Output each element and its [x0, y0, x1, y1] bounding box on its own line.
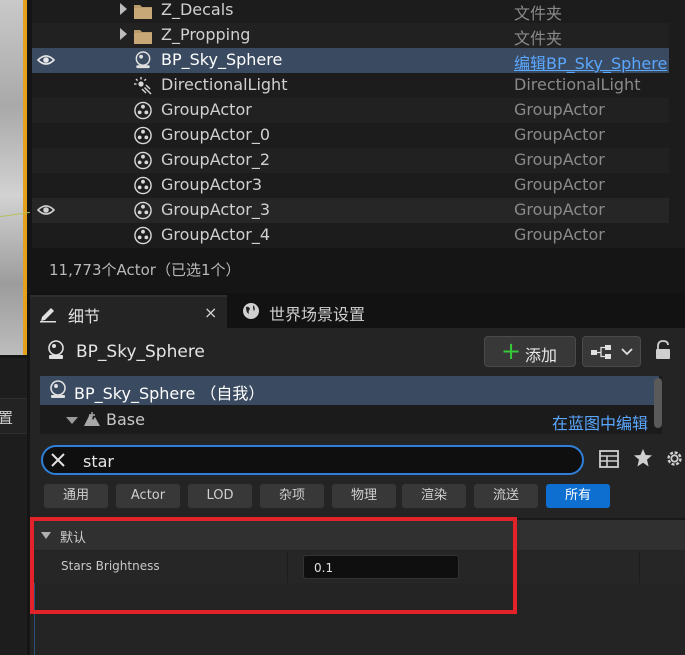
component-self-label: BP_Sky_Sphere （自我） [74, 384, 265, 403]
outliner-row-groupactor-2[interactable]: GroupActor_2 GroupActor [32, 148, 669, 173]
outliner-row-directional-light[interactable]: DirectionalLight DirectionalLight [32, 73, 669, 98]
directional-light-icon [134, 77, 152, 95]
outliner-item-type: GroupActor [514, 150, 605, 169]
outliner-item-name: GroupActor_3 [161, 200, 270, 219]
group-actor-icon [134, 176, 152, 195]
panel-tab-bar: 细节 × 世界场景设置 [27, 293, 685, 328]
details-search-input[interactable] [83, 450, 563, 472]
hierarchy-icon [591, 345, 611, 359]
filter-physics-button[interactable]: 物理 [332, 484, 396, 508]
outliner-item-name: DirectionalLight [161, 75, 288, 94]
folder-icon [134, 30, 152, 44]
outliner-item-type: GroupActor [514, 125, 605, 144]
collapse-arrow-icon[interactable] [66, 417, 78, 424]
filter-general-button[interactable]: 通用 [44, 484, 108, 508]
outliner-item-name: BP_Sky_Sphere [161, 50, 283, 69]
blueprint-hierarchy-dropdown[interactable] [582, 336, 641, 367]
gear-icon[interactable] [664, 448, 685, 469]
outliner-row-z-decals[interactable]: Z_Decals 文件夹 [32, 0, 669, 23]
outliner-item-type: GroupActor [514, 100, 605, 119]
clear-search-icon[interactable] [49, 451, 67, 469]
filter-all-button[interactable]: 所有 [546, 484, 610, 508]
outliner-row-groupactor[interactable]: GroupActor GroupActor [32, 98, 669, 123]
sky-sphere-icon [135, 51, 151, 69]
outliner-item-type: 文件夹 [514, 29, 563, 48]
component-self-row[interactable]: BP_Sky_Sphere （自我） [40, 376, 659, 405]
add-component-label: 添加 [525, 346, 558, 365]
favorite-star-icon[interactable] [633, 448, 653, 468]
component-base-label: Base [106, 410, 145, 429]
filter-rendering-button[interactable]: 渲染 [402, 484, 466, 508]
chevron-down-icon [621, 348, 633, 356]
actor-count-status: 11,773个Actor（已选1个） [49, 261, 241, 279]
outliner-item-type: DirectionalLight [514, 75, 641, 94]
outliner-scrollbar[interactable] [669, 0, 685, 248]
outliner-item-type: GroupActor [514, 200, 605, 219]
edit-blueprint-link[interactable]: 编辑BP_Sky_Sphere [514, 50, 667, 74]
outliner-item-type: 文件夹 [514, 4, 563, 23]
lock-icon[interactable] [654, 340, 672, 360]
tab-world-settings[interactable]: 世界场景设置 [239, 295, 459, 328]
add-component-button[interactable]: + 添加 [484, 336, 576, 367]
group-actor-icon [134, 201, 152, 220]
left-panel-tab[interactable]: 置 [0, 398, 27, 434]
folder-icon [134, 5, 152, 19]
visibility-eye-icon[interactable] [37, 53, 55, 67]
filter-lod-button[interactable]: LOD [188, 484, 252, 508]
pencil-icon [40, 308, 56, 323]
details-search-box[interactable] [41, 445, 584, 475]
scene-component-icon [84, 412, 100, 426]
group-actor-icon [134, 101, 152, 120]
tab-world-settings-label: 世界场景设置 [269, 305, 366, 324]
tab-details-label: 细节 [68, 307, 101, 326]
outliner-row-z-propping[interactable]: Z_Propping 文件夹 [32, 23, 669, 48]
visibility-eye-icon[interactable] [37, 203, 55, 217]
expand-arrow-icon[interactable] [120, 3, 127, 15]
outliner-row-groupactor-4[interactable]: GroupActor_4 GroupActor [32, 223, 669, 248]
column-divider [639, 551, 640, 583]
annotation-highlight-box [30, 517, 517, 614]
outliner-row-groupactor-0[interactable]: GroupActor_0 GroupActor [32, 123, 669, 148]
group-actor-icon [134, 151, 152, 170]
expand-arrow-icon[interactable] [120, 28, 127, 40]
globe-icon [243, 303, 259, 319]
close-tab-icon[interactable]: × [204, 303, 217, 322]
outliner-item-name: GroupActor_2 [161, 150, 270, 169]
sky-sphere-icon [50, 380, 66, 398]
outliner-row-groupactor-3[interactable]: GroupActor_3 GroupActor [32, 198, 669, 223]
filter-actor-button[interactable]: Actor [116, 484, 180, 508]
tab-details[interactable]: 细节 × [30, 295, 227, 328]
selected-object-name: BP_Sky_Sphere [76, 342, 205, 362]
component-tree: BP_Sky_Sphere （自我） Base 在蓝图中编辑 [40, 376, 662, 434]
component-tree-scrollbar[interactable] [654, 378, 662, 428]
world-outliner: Z_Decals 文件夹 Z_Propping 文件夹 BP_Sky_Spher… [32, 0, 685, 248]
component-base-row[interactable]: Base 在蓝图中编辑 [40, 406, 659, 434]
edit-in-blueprint-link[interactable]: 在蓝图中编辑 [552, 410, 648, 434]
outliner-item-name: Z_Propping [161, 25, 251, 44]
plus-icon: + [501, 337, 522, 365]
outliner-item-type: GroupActor [514, 175, 605, 194]
outliner-item-name: Z_Decals [161, 0, 234, 19]
outliner-item-name: GroupActor_0 [161, 125, 270, 144]
outliner-item-name: GroupActor3 [161, 175, 262, 194]
group-actor-icon [134, 226, 152, 245]
outliner-row-groupactor3[interactable]: GroupActor3 GroupActor [32, 173, 669, 198]
table-view-icon[interactable] [599, 449, 619, 469]
outliner-row-bp-sky-sphere[interactable]: BP_Sky_Sphere 编辑BP_Sky_Sphere [32, 48, 669, 73]
group-actor-icon [134, 126, 152, 145]
left-panel-tab-label: 置 [0, 409, 14, 427]
viewport-preview[interactable] [0, 0, 24, 355]
filter-streaming-button[interactable]: 流送 [474, 484, 538, 508]
outliner-item-name: GroupActor [161, 100, 252, 119]
filter-misc-button[interactable]: 杂项 [260, 484, 324, 508]
sky-sphere-icon [48, 340, 64, 359]
outliner-item-name: GroupActor_4 [161, 225, 270, 244]
outliner-item-type: GroupActor [514, 225, 605, 244]
